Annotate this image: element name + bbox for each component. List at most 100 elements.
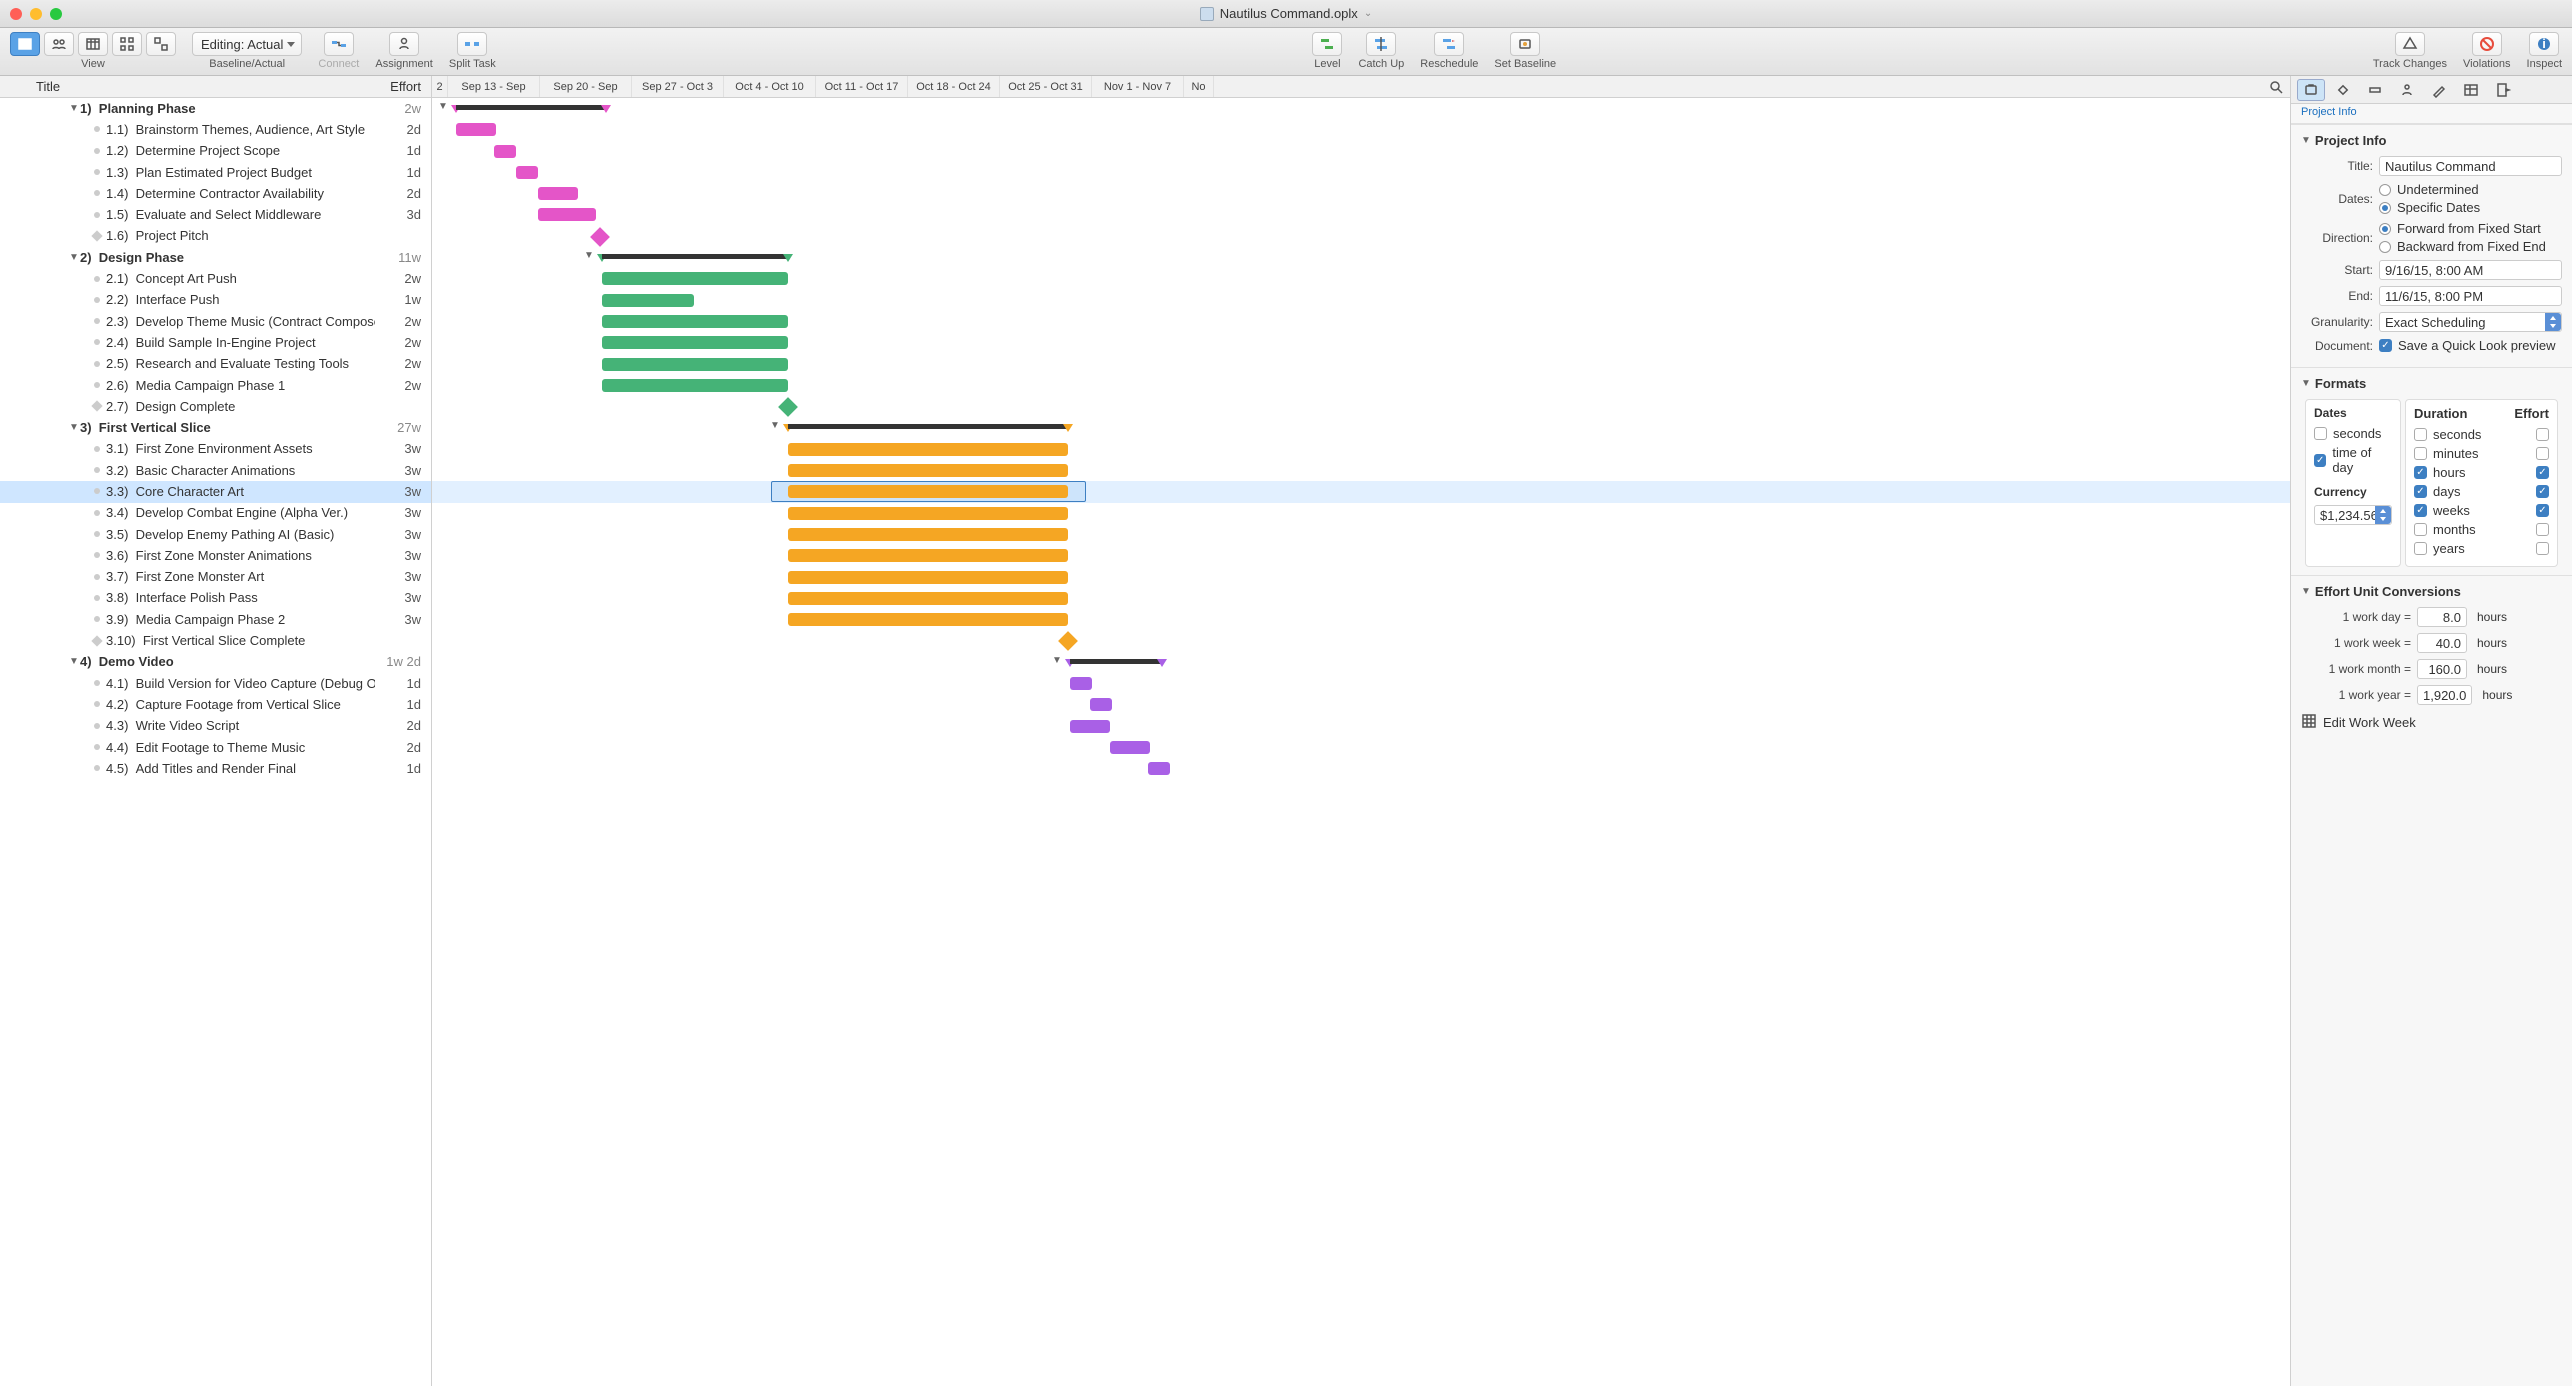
track-changes-button[interactable] — [2395, 32, 2425, 56]
end-date-input[interactable]: 11/6/15, 8:00 PM — [2379, 286, 2562, 306]
chk-eff-mo[interactable] — [2536, 523, 2549, 536]
task-row[interactable]: 3.10) First Vertical Slice Complete — [0, 630, 431, 651]
timeline-col[interactable]: Sep 20 - Sep — [540, 76, 632, 97]
task-row[interactable]: 1.3) Plan Estimated Project Budget1d — [0, 162, 431, 183]
task-row[interactable]: 3.4) Develop Combat Engine (Alpha Ver.)3… — [0, 503, 431, 524]
timeline-col[interactable]: 2 — [432, 76, 448, 97]
gantt-row[interactable] — [432, 460, 2290, 481]
sec-conversions[interactable]: ▼Effort Unit Conversions — [2301, 584, 2562, 599]
gantt-row[interactable]: ▼ — [432, 417, 2290, 438]
timeline-col[interactable]: Nov 1 - Nov 7 — [1092, 76, 1184, 97]
zoom-window[interactable] — [50, 8, 62, 20]
chk-eff-min[interactable] — [2536, 447, 2549, 460]
task-bar[interactable] — [538, 187, 578, 200]
conv-week-input[interactable]: 40.0 — [2417, 633, 2467, 653]
gantt-pane[interactable]: 2Sep 13 - SepSep 20 - SepSep 27 - Oct 3O… — [432, 76, 2290, 1386]
task-row[interactable]: 3.9) Media Campaign Phase 23w — [0, 609, 431, 630]
task-bar[interactable] — [602, 294, 694, 307]
timeline-col[interactable]: Oct 11 - Oct 17 — [816, 76, 908, 97]
gantt-row[interactable] — [432, 268, 2290, 289]
gantt-row[interactable] — [432, 332, 2290, 353]
chk-dur-min[interactable] — [2414, 447, 2427, 460]
timeline-col[interactable]: Sep 13 - Sep — [448, 76, 540, 97]
gantt-body[interactable]: ▼▼▼▼ — [432, 98, 2290, 1386]
gantt-row[interactable] — [432, 396, 2290, 417]
sec-formats[interactable]: ▼Formats — [2301, 376, 2562, 391]
task-row[interactable]: 3.6) First Zone Monster Animations3w — [0, 545, 431, 566]
radio-backward[interactable] — [2379, 241, 2391, 253]
timeline-col[interactable]: Oct 18 - Oct 24 — [908, 76, 1000, 97]
chk-eff-hr[interactable] — [2536, 466, 2549, 479]
task-row[interactable]: 4.2) Capture Footage from Vertical Slice… — [0, 694, 431, 715]
view-outline-button[interactable] — [10, 32, 40, 56]
task-bar[interactable] — [1090, 698, 1112, 711]
task-row[interactable]: 2.5) Research and Evaluate Testing Tools… — [0, 354, 431, 375]
milestone[interactable] — [778, 397, 798, 417]
assignment-button[interactable] — [389, 32, 419, 56]
summary-bar[interactable] — [602, 254, 788, 262]
gantt-row[interactable] — [432, 630, 2290, 651]
close-window[interactable] — [10, 8, 22, 20]
gantt-row[interactable] — [432, 609, 2290, 630]
task-row[interactable]: 3.5) Develop Enemy Pathing AI (Basic)3w — [0, 524, 431, 545]
gantt-row[interactable] — [432, 204, 2290, 225]
view-resources-button[interactable] — [44, 32, 74, 56]
chk-dur-yr[interactable] — [2414, 542, 2427, 555]
timeline-col[interactable]: Sep 27 - Oct 3 — [632, 76, 724, 97]
view-styles-button[interactable] — [146, 32, 176, 56]
gantt-row[interactable] — [432, 758, 2290, 779]
task-row[interactable]: 1.4) Determine Contractor Availability2d — [0, 183, 431, 204]
task-bar[interactable] — [788, 464, 1068, 477]
task-bar[interactable] — [788, 485, 1068, 498]
gantt-row[interactable] — [432, 503, 2290, 524]
gantt-row[interactable] — [432, 375, 2290, 396]
search-icon[interactable] — [2268, 79, 2284, 98]
task-row[interactable]: 2.1) Concept Art Push2w — [0, 268, 431, 289]
gantt-row[interactable] — [432, 694, 2290, 715]
chk-eff-sec[interactable] — [2536, 428, 2549, 441]
task-row[interactable]: 3.1) First Zone Environment Assets3w — [0, 439, 431, 460]
chk-dur-day[interactable] — [2414, 485, 2427, 498]
timeline-col[interactable]: Oct 4 - Oct 10 — [724, 76, 816, 97]
task-outline[interactable]: ▼1) Planning Phase2w1.1) Brainstorm Them… — [0, 98, 431, 1386]
task-row[interactable]: 1.2) Determine Project Scope1d — [0, 141, 431, 162]
task-bar[interactable] — [788, 443, 1068, 456]
task-bar[interactable] — [788, 528, 1068, 541]
gantt-row[interactable] — [432, 354, 2290, 375]
gantt-row[interactable] — [432, 524, 2290, 545]
task-bar[interactable] — [788, 571, 1068, 584]
gantt-row[interactable] — [432, 439, 2290, 460]
gantt-row[interactable] — [432, 290, 2290, 311]
chk-eff-wk[interactable] — [2536, 504, 2549, 517]
chk-dates-seconds[interactable] — [2314, 427, 2327, 440]
gantt-row[interactable] — [432, 481, 2290, 502]
chk-dur-hr[interactable] — [2414, 466, 2427, 479]
sec-project-info[interactable]: ▼Project Info — [2301, 133, 2562, 148]
radio-specific[interactable] — [2379, 202, 2391, 214]
task-bar[interactable] — [516, 166, 538, 179]
chk-dur-wk[interactable] — [2414, 504, 2427, 517]
view-network-button[interactable] — [112, 32, 142, 56]
task-row[interactable]: 4.4) Edit Footage to Theme Music2d — [0, 737, 431, 758]
task-row[interactable]: ▼2) Design Phase11w — [0, 247, 431, 268]
task-row[interactable]: ▼3) First Vertical Slice27w — [0, 417, 431, 438]
gantt-row[interactable] — [432, 588, 2290, 609]
task-bar[interactable] — [602, 336, 788, 349]
gantt-row[interactable]: ▼ — [432, 652, 2290, 673]
granularity-select[interactable]: Exact Scheduling — [2379, 312, 2562, 332]
task-bar[interactable] — [1148, 762, 1170, 775]
task-bar[interactable] — [788, 549, 1068, 562]
gantt-row[interactable] — [432, 737, 2290, 758]
summary-bar[interactable] — [456, 105, 606, 113]
level-button[interactable] — [1312, 32, 1342, 56]
task-bar[interactable] — [788, 592, 1068, 605]
task-row[interactable]: 3.7) First Zone Monster Art3w — [0, 567, 431, 588]
gantt-row[interactable] — [432, 673, 2290, 694]
conv-day-input[interactable]: 8.0 — [2417, 607, 2467, 627]
task-bar[interactable] — [1110, 741, 1150, 754]
task-bar[interactable] — [788, 613, 1068, 626]
task-row[interactable]: 2.7) Design Complete — [0, 396, 431, 417]
chk-eff-yr[interactable] — [2536, 542, 2549, 555]
gantt-row[interactable] — [432, 141, 2290, 162]
document-title[interactable]: Nautilus Command.oplx ⌄ — [0, 6, 2572, 21]
